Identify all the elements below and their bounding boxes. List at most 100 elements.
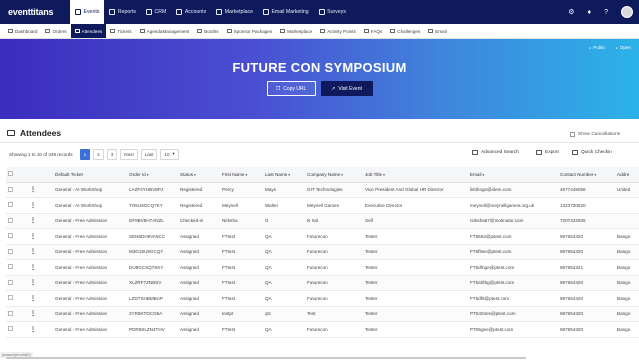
table-row[interactable]: ⋮ General - AI WorkShop LAZF4YHBV8PJ Regist… (6, 182, 639, 198)
row-checkbox[interactable] (8, 264, 13, 270)
settings-icon[interactable]: ⚙ (568, 8, 574, 16)
open-status[interactable]: Open (616, 45, 631, 50)
table-row[interactable]: ⋮ General - Free Admission DF9BV8H7ANZL Che… (6, 213, 639, 229)
topnav-item-reports[interactable]: Reports (104, 0, 141, 24)
page-size-select[interactable]: 10 ▾ (160, 148, 179, 160)
table-row[interactable]: ⋮ General - Free Admission DU9GCSQ7SKY Assi… (6, 259, 639, 276)
tab-challenges[interactable]: Challenges (386, 24, 424, 38)
cell-job-title: Tester (363, 244, 468, 260)
next-page-button[interactable]: Next (120, 148, 138, 160)
tab-marketplace[interactable]: Marketplace (276, 24, 316, 38)
table-row[interactable]: ⋮ General - Free Admission LZDTSHBMBAP Assi… (6, 290, 639, 307)
table-row[interactable]: ⋮ General - Free Admission PDR8SLZN4THV Ass… (6, 321, 639, 338)
kebab-menu-icon[interactable]: ⋮ (30, 218, 36, 224)
table-row[interactable]: ⋮ General - AI WorkShop TO5U9GCQ7KY Registe… (6, 197, 639, 214)
avatar[interactable] (621, 6, 633, 18)
kebab-menu-icon[interactable]: ⋮ (30, 311, 36, 317)
help-icon[interactable]: ? (604, 9, 608, 16)
cell-job-title: Tester (363, 321, 468, 338)
cell-address: Bango (615, 259, 639, 276)
tab-activity-points[interactable]: Activity Points (316, 24, 360, 38)
horizontal-scrollbar[interactable] (6, 357, 526, 359)
cell-email: listthogs@idem.com (468, 182, 558, 198)
row-checkbox[interactable] (8, 186, 13, 192)
tab-agendamanagement[interactable]: AgendaManagement (136, 24, 194, 38)
tab-icon (197, 29, 203, 33)
header-contact-number[interactable]: Contact Number (558, 167, 615, 183)
advanced-search-button[interactable]: Advanced Search (472, 150, 519, 155)
kebab-menu-icon[interactable]: ⋮ (30, 203, 36, 209)
select-all-checkbox[interactable] (8, 171, 13, 177)
kebab-menu-icon[interactable]: ⋮ (30, 280, 36, 286)
header-job-title[interactable]: Job Title (363, 167, 468, 183)
kebab-menu-icon[interactable]: ⋮ (30, 187, 36, 193)
page-2-button[interactable]: 2 (93, 148, 104, 160)
quick-checkin-button[interactable]: Quick Checkin (572, 150, 612, 155)
table-row[interactable]: ⋮ General - Free Admission XLZRF7ZNBSV Assi… (6, 275, 639, 291)
row-checkbox[interactable] (8, 295, 13, 301)
public-status[interactable]: Public (589, 45, 606, 50)
table-row[interactable]: ⋮ General - Free Admission M3G15U9GCQ7 Assi… (6, 244, 639, 260)
row-actions-cell: ⋮ (28, 321, 53, 338)
tab-tickets[interactable]: Tickets (106, 24, 135, 38)
export-button[interactable]: Export (536, 150, 559, 155)
row-checkbox[interactable] (8, 217, 13, 223)
cell-first-name: FTtest (220, 275, 263, 291)
tab-attendees[interactable]: Attendees (70, 24, 107, 38)
page-1-button[interactable]: 1 (79, 148, 91, 160)
cell-job-title: Tester (363, 275, 468, 291)
header-company-name[interactable]: Company Name (305, 167, 363, 183)
table-row[interactable]: ⋮ General - Free Admission 2YR9KTDCO6A Assi… (6, 306, 639, 322)
tab-orders[interactable]: Orders (41, 24, 70, 38)
row-checkbox[interactable] (8, 233, 13, 239)
topnav-item-crm[interactable]: CRM (141, 0, 171, 24)
row-checkbox[interactable] (8, 326, 13, 332)
tab-label: FAQs (370, 28, 383, 34)
cell-email: PT5404es@ptest.com (468, 306, 558, 322)
export-icon (536, 150, 542, 155)
tab-faqs[interactable]: FAQs (360, 24, 387, 38)
header-order-id[interactable]: Order Id (127, 167, 178, 183)
kebab-menu-icon[interactable]: ⋮ (30, 234, 36, 240)
row-checkbox[interactable] (8, 310, 13, 316)
tab-label: Tickets (117, 28, 132, 34)
header-address[interactable]: Addre (615, 167, 639, 183)
table-row[interactable]: ⋮ General - Free Admission SEN6DH9VA6CC Ass… (6, 228, 639, 245)
header-default-ticket[interactable]: Default Ticket (53, 167, 127, 183)
app-logo[interactable]: eventtitans (8, 7, 70, 17)
copy-url-button[interactable]: ❐ Copy URL (266, 81, 316, 96)
row-checkbox[interactable] (8, 202, 13, 208)
kebab-menu-icon[interactable]: ⋮ (30, 249, 36, 255)
topnav-item-surveys[interactable]: Surveys (314, 0, 351, 24)
header-first-name[interactable]: First Name (220, 167, 263, 183)
topnav-label: Events (83, 9, 100, 15)
tab-email[interactable]: Email (424, 24, 451, 38)
tab-dashboard[interactable]: Dashboard (4, 24, 41, 38)
show-cancellations-checkbox[interactable] (570, 132, 575, 137)
topnav-item-accounts[interactable]: Accounts (171, 0, 211, 24)
row-checkbox[interactable] (8, 248, 13, 254)
topnav-item-marketplace[interactable]: Marketplace (211, 0, 258, 24)
kebab-menu-icon[interactable]: ⋮ (30, 327, 36, 333)
topnav-item-events[interactable]: Events (70, 0, 105, 24)
header-status[interactable]: Status (178, 167, 220, 183)
tab-sponsor-packages[interactable]: Sponsor Packages (223, 24, 277, 38)
page-3-button[interactable]: 3 (106, 148, 118, 160)
cell-contact-number: 1323730520 (558, 197, 615, 214)
tab-booths[interactable]: Booths (193, 24, 222, 38)
visit-event-button[interactable]: ↗ Visit Event (320, 81, 373, 96)
row-select-cell (6, 290, 28, 307)
cell-address: United (615, 182, 639, 198)
header-email[interactable]: Email (468, 167, 558, 183)
last-page-button[interactable]: Last (140, 148, 158, 160)
topnav-item-email-marketing[interactable]: Email Marketing (258, 0, 314, 24)
bell-icon[interactable]: ♦ (588, 9, 592, 16)
row-checkbox[interactable] (8, 279, 13, 285)
kebab-menu-icon[interactable]: ⋮ (30, 296, 36, 302)
cell-contact-number: 987654320 (558, 228, 615, 245)
cell-address (615, 213, 639, 229)
show-cancellations-toggle[interactable]: Show Cancellations (570, 132, 620, 137)
header-last-name[interactable]: Last Name (263, 167, 305, 183)
kebab-menu-icon[interactable]: ⋮ (30, 265, 36, 271)
row-actions-cell: ⋮ (28, 182, 53, 198)
